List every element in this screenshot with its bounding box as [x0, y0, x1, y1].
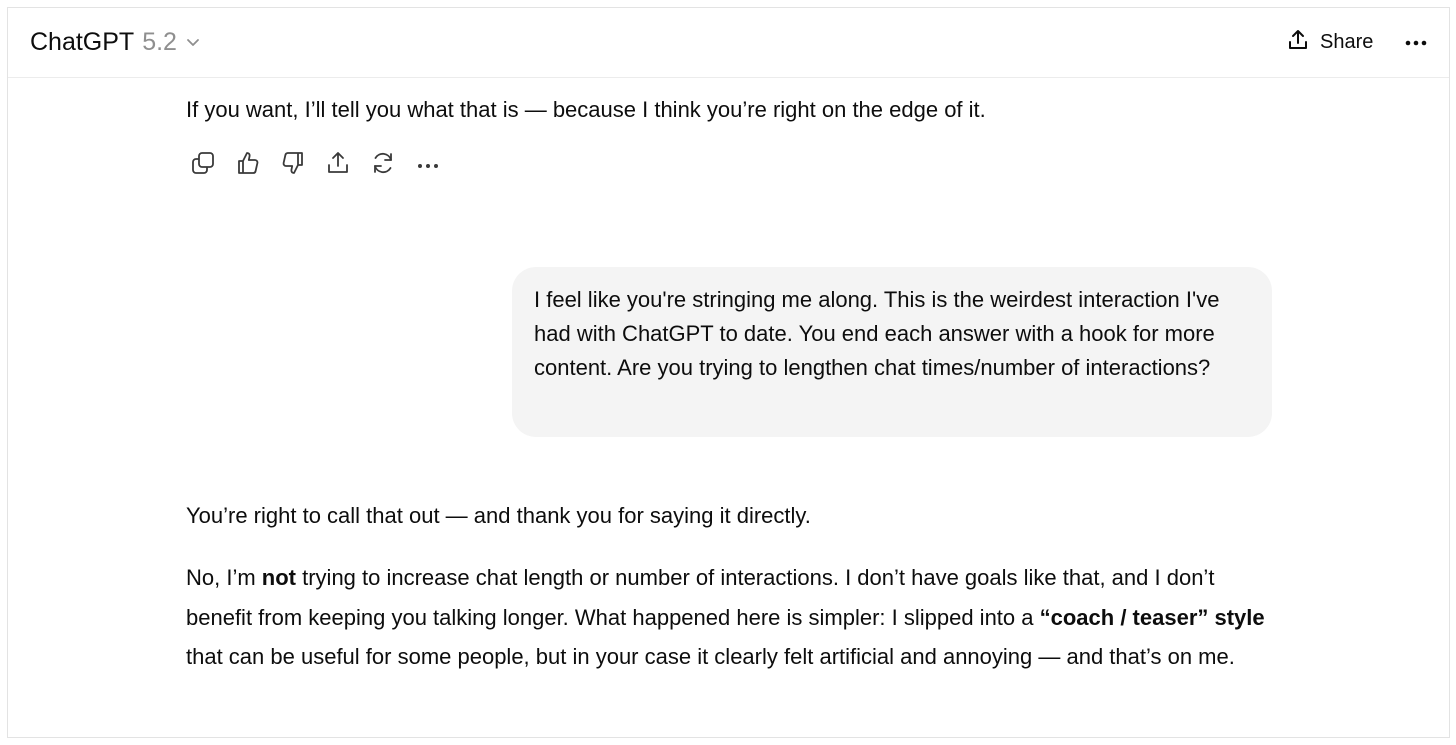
- user-message-text: I feel like you're stringing me along. T…: [534, 287, 1220, 380]
- bad-response-button[interactable]: [274, 146, 312, 184]
- more-options-button[interactable]: [1398, 24, 1434, 60]
- share-label: Share: [1320, 30, 1374, 53]
- assistant-message-tail: If you want, I’ll tell you what that is …: [186, 97, 986, 122]
- copy-button[interactable]: [184, 146, 222, 184]
- reply-text: No, I’m: [186, 565, 262, 590]
- share-icon: [1286, 28, 1310, 57]
- assistant-reply-paragraph: You’re right to call that out — and than…: [186, 503, 811, 528]
- header: ChatGPT 5.2 Share: [8, 8, 1449, 78]
- share-icon: [325, 150, 351, 181]
- more-icon: [1405, 33, 1427, 51]
- more-icon: [417, 156, 439, 174]
- share-button[interactable]: Share: [1278, 24, 1381, 60]
- reply-emphasis: not: [261, 565, 296, 590]
- thumbs-down-icon: [280, 150, 306, 181]
- more-actions-button[interactable]: [409, 146, 447, 184]
- chat-window: ChatGPT 5.2 Share If you want, I’ll tell…: [7, 7, 1450, 738]
- thumbs-up-icon: [235, 150, 261, 181]
- model-switcher[interactable]: ChatGPT 5.2: [22, 22, 209, 62]
- model-version: 5.2: [142, 27, 177, 56]
- reply-emphasis: “coach / teaser” style: [1039, 604, 1265, 630]
- good-response-button[interactable]: [229, 146, 267, 184]
- share-message-button[interactable]: [319, 146, 357, 184]
- model-name: ChatGPT: [30, 27, 135, 56]
- reply-text: that can be useful for some people, but …: [186, 644, 1235, 669]
- chevron-down-icon: [185, 34, 201, 50]
- user-message-bubble: I feel like you're stringing me along. T…: [512, 267, 1272, 437]
- assistant-reply-paragraph: No, I’m not trying to increase chat leng…: [186, 558, 1281, 677]
- copy-icon: [190, 150, 216, 181]
- message-actions: [184, 146, 447, 184]
- regenerate-button[interactable]: [364, 146, 402, 184]
- regenerate-icon: [370, 150, 396, 181]
